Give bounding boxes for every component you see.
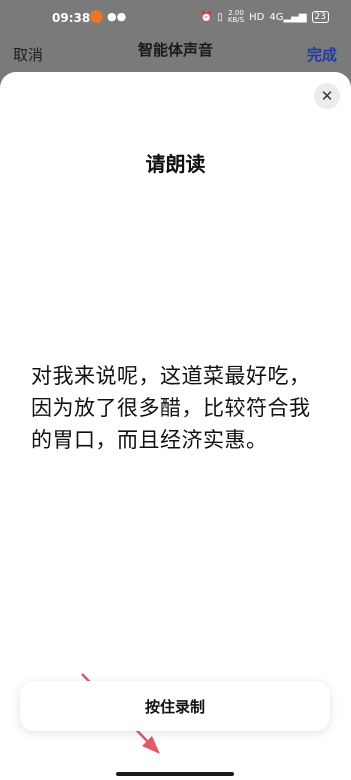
alarm-icon: ⏰: [199, 11, 213, 23]
hold-to-record-button[interactable]: 按住录制: [20, 681, 330, 731]
sheet-title: 请朗读: [145, 152, 206, 176]
network-speed: 2.00 KB/S: [228, 10, 244, 24]
top-nav: 取消 智能体声音 完成: [0, 34, 351, 70]
close-button[interactable]: ✕: [314, 83, 340, 109]
status-bar: 09:38 ●● ⏰ ▯ 2.00 KB/S HD 4G▂▄▆ 23: [0, 0, 351, 34]
battery-icon: 23: [311, 11, 329, 23]
reading-passage: 对我来说呢，这道菜最好吃，因为放了很多醋，比较符合我的胃口，而且经济实惠。: [31, 364, 311, 452]
network-speed-unit: KB/S: [227, 16, 245, 24]
close-icon: ✕: [320, 87, 334, 105]
status-app-icons: ●●: [90, 10, 126, 23]
vibrate-icon: ▯: [217, 11, 223, 23]
recording-sheet: ✕ 请朗读 对我来说呢，这道菜最好吃，因为放了很多醋，比较符合我的胃口，而且经济…: [0, 72, 351, 780]
signal-icon: 4G▂▄▆: [269, 11, 307, 23]
nav-title: 智能体声音: [137, 41, 213, 59]
hd-badge: HD: [249, 11, 265, 23]
app-notification-icon: [90, 10, 103, 23]
home-indicator: [116, 772, 234, 776]
signal-label: 4G: [269, 11, 284, 23]
done-button[interactable]: 完成: [307, 44, 337, 65]
wechat-icon: ●●: [107, 10, 127, 23]
status-time: 09:38: [52, 11, 91, 25]
status-indicators: ⏰ ▯ 2.00 KB/S HD 4G▂▄▆ 23: [200, 10, 329, 24]
